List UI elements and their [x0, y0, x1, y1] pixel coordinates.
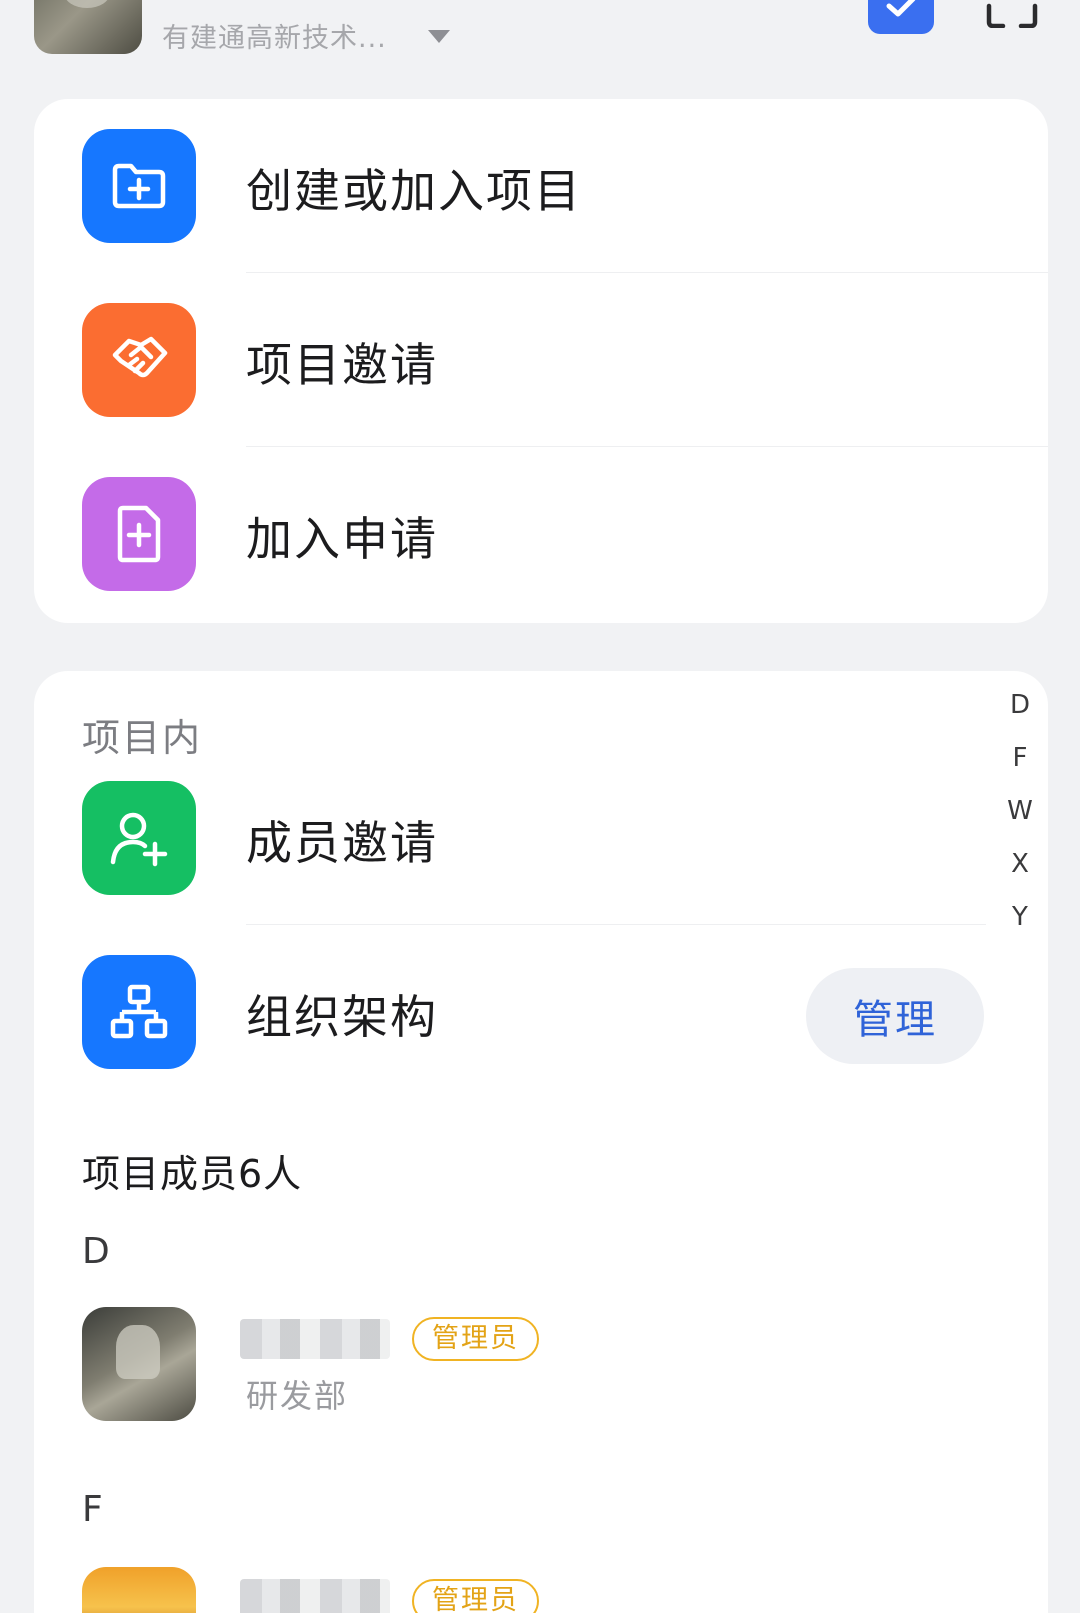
project-invite-item[interactable]: 项目邀请	[34, 273, 1048, 447]
create-or-join-project-item[interactable]: 创建或加入项目	[34, 99, 1048, 273]
admin-badge: 管理员	[412, 1317, 539, 1361]
org-chart-icon	[82, 955, 196, 1069]
alphabet-index[interactable]: D F W X Y	[1002, 690, 1038, 955]
member-invite-icon	[82, 781, 196, 895]
folder-plus-icon	[82, 129, 196, 243]
admin-badge: 管理员	[412, 1579, 539, 1613]
project-invite-label: 项目邀请	[246, 338, 438, 392]
member-dept: 研发部	[246, 1377, 349, 1415]
member-invite-label: 成员邀请	[246, 816, 438, 870]
avatar[interactable]	[82, 1567, 196, 1613]
divider	[246, 924, 986, 925]
alpha-index-letter[interactable]: Y	[1002, 902, 1038, 955]
dropdown-caret-icon[interactable]	[428, 30, 450, 43]
file-plus-icon	[82, 477, 196, 591]
alpha-index-letter[interactable]: F	[1002, 743, 1038, 796]
org-avatar[interactable]	[34, 0, 142, 54]
group-letter: F	[82, 1489, 103, 1530]
group-letter: D	[82, 1231, 110, 1272]
alpha-index-letter[interactable]: X	[1002, 849, 1038, 902]
join-application-item[interactable]: 加入申请	[34, 447, 1048, 621]
member-invite-item[interactable]: 成员邀请	[34, 781, 1048, 955]
manage-button[interactable]: 管理	[806, 968, 984, 1064]
project-card: 项目内 成员邀请 组织架构 管理 项目成员6人 D 管理员 研发部 F 管理员	[34, 671, 1048, 1613]
handshake-icon	[82, 303, 196, 417]
alpha-index-letter[interactable]: D	[1002, 690, 1038, 743]
actions-card: 创建或加入项目 项目邀请 加入申请	[34, 99, 1048, 623]
member-name-redacted	[240, 1579, 390, 1613]
section-title: 项目内	[82, 716, 203, 760]
org-name[interactable]: 有建通高新技术...	[162, 16, 387, 55]
join-application-label: 加入申请	[246, 512, 438, 566]
create-or-join-project-label: 创建或加入项目	[246, 164, 582, 218]
member-count: 项目成员6人	[82, 1152, 303, 1196]
avatar[interactable]	[82, 1307, 196, 1421]
project-members-page: 有建通高新技术... 创建或加入项目 项目邀请 加入申请 项目内 成员邀请 组织…	[0, 0, 1080, 1613]
scan-icon[interactable]	[985, 0, 1039, 29]
alpha-index-letter[interactable]: W	[1002, 796, 1038, 849]
member-name-redacted	[240, 1319, 390, 1359]
org-structure-label: 组织架构	[246, 990, 438, 1044]
check-icon[interactable]	[868, 0, 934, 34]
